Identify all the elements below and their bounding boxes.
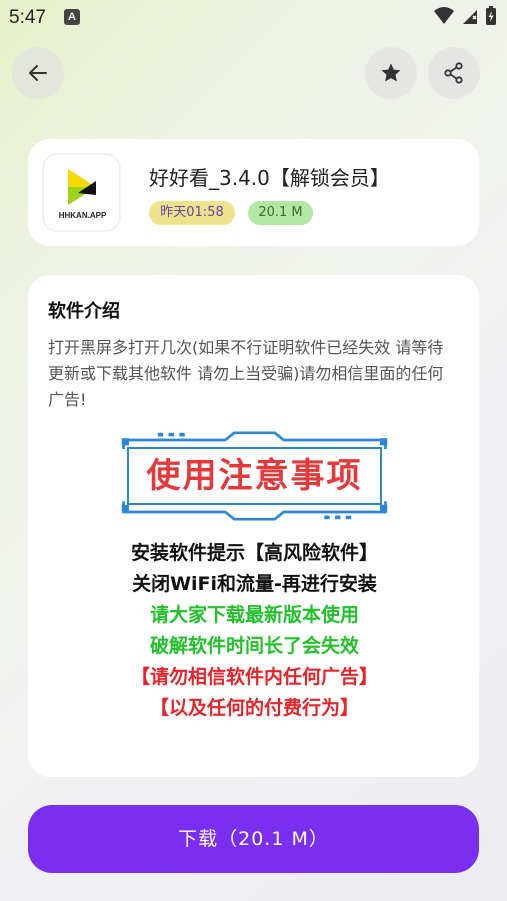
back-button[interactable] bbox=[12, 47, 64, 99]
app-info-card: HHKAN.APP 好好看_3.4.0【解锁会员】 昨天01:58 20.1 M bbox=[28, 139, 479, 246]
notice-line: 破解软件时间长了会失效 bbox=[149, 635, 359, 657]
arrow-left-icon bbox=[29, 65, 47, 81]
favorite-button[interactable] bbox=[365, 47, 417, 99]
notice-line: 安装软件提示【高风险软件】 bbox=[130, 542, 378, 564]
system-icons bbox=[433, 6, 497, 26]
notice-image: 使用注意事项 安装软件提示【高风险软件】 关闭WiFi和流量-再进行安装 请大家… bbox=[107, 425, 402, 725]
status-bar: 5:47 A bbox=[0, 0, 507, 36]
wifi-icon bbox=[434, 7, 454, 24]
notice-line: 请大家下载最新版本使用 bbox=[149, 604, 359, 626]
star-icon bbox=[381, 63, 401, 82]
app-icon: HHKAN.APP bbox=[43, 154, 120, 231]
notification-icon: A bbox=[64, 9, 80, 25]
battery-icon bbox=[486, 6, 496, 25]
download-button[interactable]: 下载（20.1 M） bbox=[28, 805, 479, 873]
status-time: 5:47 bbox=[9, 7, 46, 28]
app-name: 好好看_3.4.0【解锁会员】 bbox=[149, 166, 390, 190]
notice-line: 【请勿相信软件内任何广告】 bbox=[130, 666, 378, 688]
signal-icon bbox=[463, 10, 477, 24]
updated-badge: 昨天01:58 bbox=[149, 201, 235, 225]
intro-description: 打开黑屏多打开几次(如果不行证明软件已经失效 请等待更新或下载其他软件 请勿上当… bbox=[48, 338, 444, 409]
size-badge: 20.1 M bbox=[248, 201, 313, 225]
intro-title: 软件介绍 bbox=[48, 301, 120, 322]
app-icon-text: HHKAN.APP bbox=[58, 211, 107, 220]
intro-card: 软件介绍 打开黑屏多打开几次(如果不行证明软件已经失效 请等待更新或下载其他软件… bbox=[28, 275, 479, 777]
notice-headline: 使用注意事项 bbox=[127, 447, 382, 505]
notice-line: 【以及任何的付费行为】 bbox=[149, 697, 359, 719]
share-icon bbox=[444, 62, 463, 84]
notice-line: 关闭WiFi和流量-再进行安装 bbox=[132, 573, 377, 595]
share-button[interactable] bbox=[428, 47, 480, 99]
